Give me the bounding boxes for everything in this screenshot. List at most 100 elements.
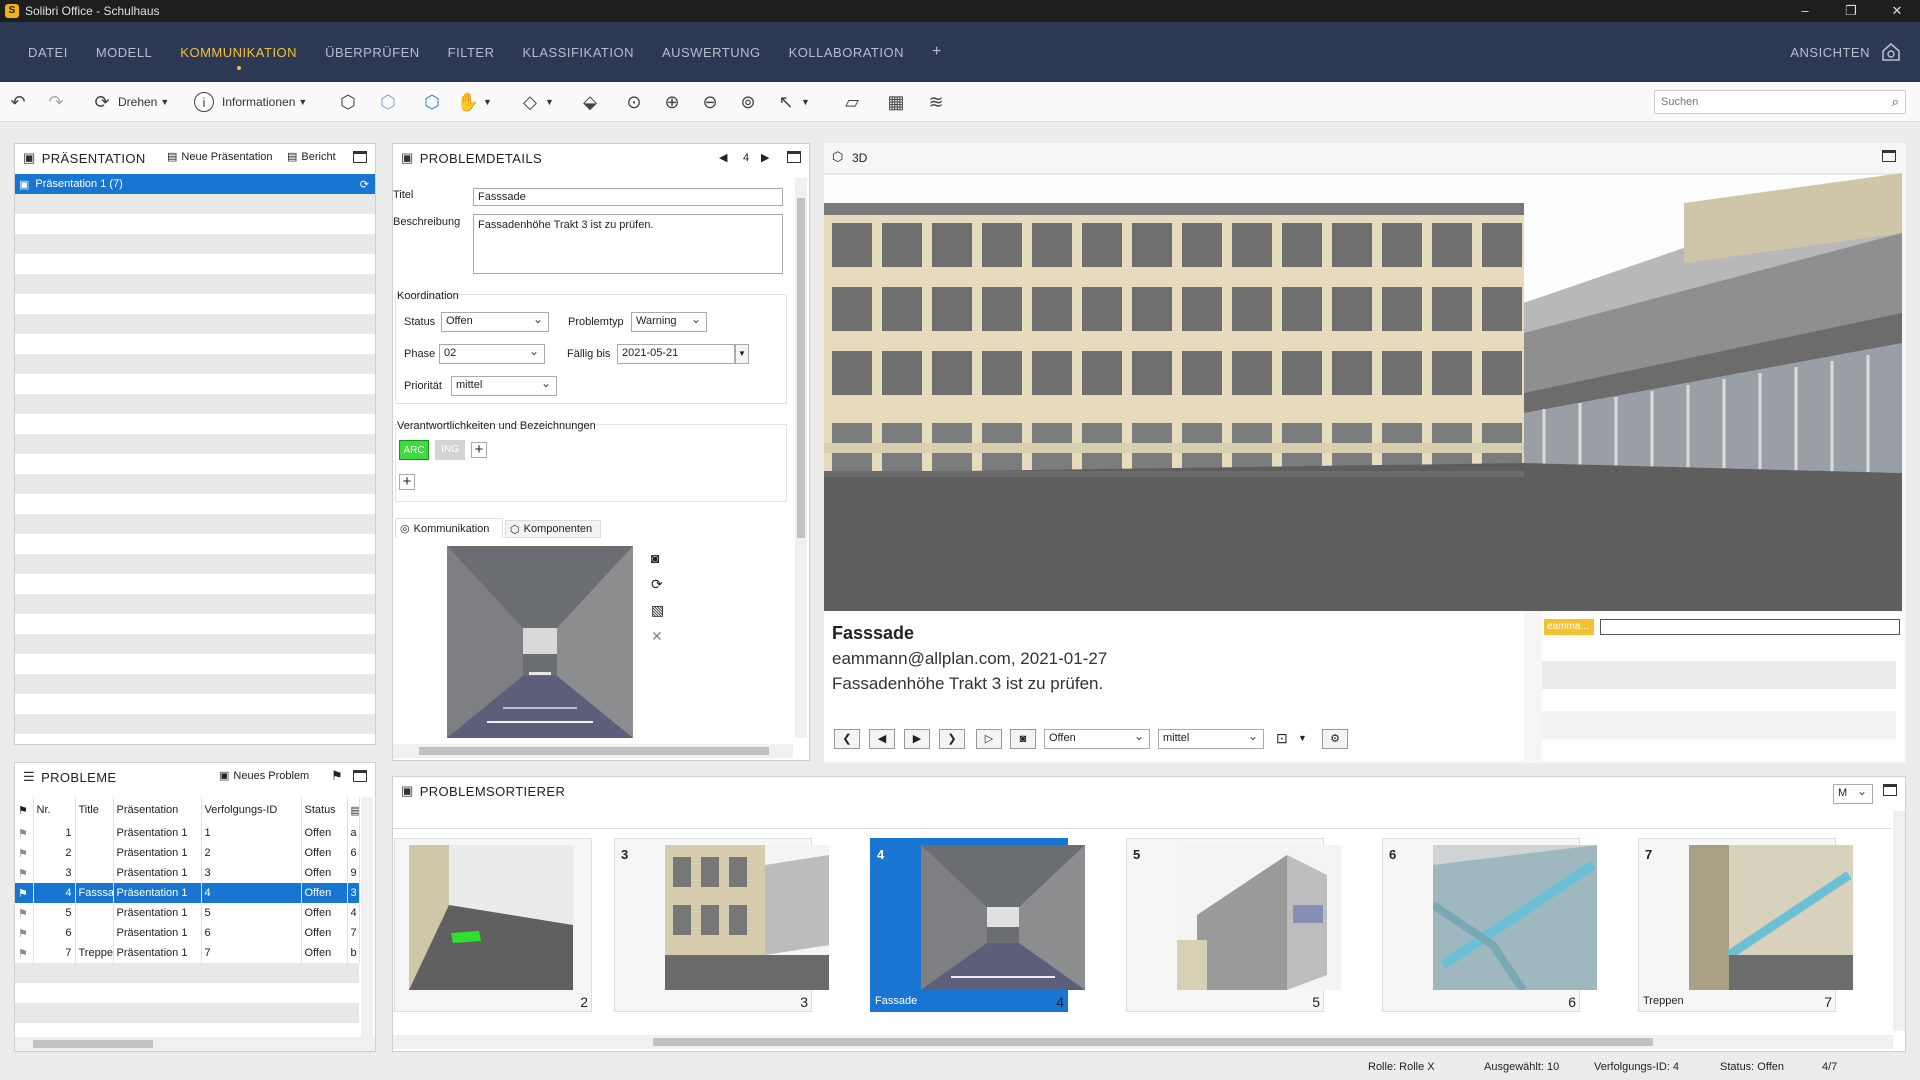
flag-icon[interactable]: ⚑: [15, 797, 34, 823]
prev-issue-icon[interactable]: ◀: [719, 151, 727, 164]
flag-icon[interactable]: ⚑: [331, 768, 343, 784]
column-chooser-icon[interactable]: ▤: [347, 797, 360, 823]
flag-icon[interactable]: ⚑: [15, 903, 34, 923]
chevron-down-icon[interactable]: ▼: [1298, 733, 1307, 743]
flag-icon[interactable]: ⚑: [15, 923, 34, 943]
table-row[interactable]: ⚑ 5 Präsentation 1 5 Offen 4: [15, 903, 360, 923]
map-icon[interactable]: ▦: [884, 90, 908, 114]
menu-kommunikation[interactable]: KOMMUNIKATION: [180, 45, 297, 70]
menu-klassifikation[interactable]: KLASSIFIKATION: [522, 45, 634, 60]
redo-icon[interactable]: ↷: [44, 90, 68, 114]
presentation-item-selected[interactable]: ▣ Präsentation 1 (7) ⟳: [15, 174, 375, 194]
section-icon[interactable]: ⬙: [578, 90, 602, 114]
phase-select[interactable]: 02: [439, 344, 545, 364]
play-button[interactable]: ▷: [976, 729, 1002, 749]
first-issue-button[interactable]: ❮: [834, 729, 860, 749]
issue-thumbnail[interactable]: 6 6: [1382, 838, 1597, 1012]
flag-icon[interactable]: ⚑: [15, 883, 34, 903]
refresh-icon[interactable]: ⟳: [651, 576, 663, 593]
details-vscroll[interactable]: [795, 178, 807, 738]
chevron-down-icon[interactable]: ▼: [801, 97, 810, 107]
maximize-panel-icon[interactable]: [353, 770, 367, 782]
walk-icon[interactable]: ✋: [456, 90, 480, 114]
report-button[interactable]: ▤ Bericht: [287, 150, 336, 164]
zoom-fit-icon[interactable]: ⊙: [622, 90, 646, 114]
search-box[interactable]: ⌕: [1654, 90, 1906, 114]
problems-vscroll[interactable]: [361, 797, 373, 1037]
maximize-panel-icon[interactable]: [353, 151, 367, 163]
issue-thumbnail[interactable]: 5 5: [1126, 838, 1341, 1012]
chevron-down-icon[interactable]: ▼: [483, 97, 492, 107]
views-icon[interactable]: [1880, 41, 1902, 63]
problem-type-select[interactable]: Warning: [631, 312, 707, 332]
menu-auswertung[interactable]: AUSWERTUNG: [662, 45, 761, 60]
col-presentation[interactable]: Präsentation: [113, 797, 202, 823]
tag-arc[interactable]: ARC: [399, 440, 429, 460]
settings-button[interactable]: ⚙: [1322, 729, 1348, 749]
model-transparent-icon[interactable]: ⬡: [376, 90, 400, 114]
sorter-vscroll[interactable]: [1893, 811, 1905, 1031]
minimize-button[interactable]: –: [1782, 0, 1828, 22]
status-select[interactable]: Offen: [441, 312, 549, 332]
camera-icon[interactable]: ◙: [651, 550, 659, 566]
flag-icon[interactable]: ⚑: [15, 843, 34, 863]
prev-issue-button[interactable]: ◀: [869, 729, 895, 749]
menu-ueberpruefen[interactable]: ÜBERPRÜFEN: [325, 45, 420, 60]
details-hscroll[interactable]: [393, 744, 793, 758]
issue-thumbnail[interactable]: 7 7 Treppen: [1638, 838, 1853, 1012]
flag-icon[interactable]: ⚑: [15, 863, 34, 883]
layers-icon[interactable]: ≋: [924, 90, 948, 114]
select-tool-icon[interactable]: ↖: [774, 90, 798, 114]
table-row[interactable]: ⚑ 1 Präsentation 1 1 Offen a: [15, 823, 360, 843]
issue-priority-select[interactable]: mittel: [1158, 729, 1264, 749]
thumb-size-select[interactable]: M: [1833, 784, 1873, 804]
scroll-thumb[interactable]: [653, 1038, 1653, 1046]
sorter-hscroll[interactable]: [393, 1035, 1893, 1049]
scroll-thumb[interactable]: [419, 747, 769, 755]
due-date-field[interactable]: 2021-05-21: [617, 344, 735, 364]
table-row[interactable]: ⚑ 6 Präsentation 1 6 Offen 7: [15, 923, 360, 943]
box-view-icon[interactable]: ◇: [518, 90, 542, 114]
scroll-thumb[interactable]: [33, 1040, 153, 1048]
viewpoint-image[interactable]: [447, 546, 633, 738]
tag-ing[interactable]: ING: [435, 440, 465, 460]
tab-components[interactable]: ⬡ Komponenten: [505, 520, 601, 538]
table-row[interactable]: ⚑ 2 Präsentation 1 2 Offen 6: [15, 843, 360, 863]
model-all-icon[interactable]: ⬡: [336, 90, 360, 114]
title-field[interactable]: Fasssade: [473, 188, 783, 206]
zoom-out-icon[interactable]: ⊖: [698, 90, 722, 114]
maximize-panel-icon[interactable]: [1882, 150, 1896, 162]
search-input[interactable]: [1655, 91, 1875, 113]
zoom-in-icon[interactable]: ⊕: [660, 90, 684, 114]
zoom-window-icon[interactable]: ⊚: [736, 90, 760, 114]
model-selection-icon[interactable]: ⬡: [420, 90, 444, 114]
undo-icon[interactable]: ↶: [6, 90, 30, 114]
calendar-dropdown-icon[interactable]: ▼: [735, 344, 749, 364]
table-row[interactable]: ⚑4FasssadPräsentation 14Offen3: [15, 883, 360, 903]
menu-filter[interactable]: FILTER: [448, 45, 495, 60]
problems-hscroll[interactable]: [15, 1037, 375, 1051]
issue-thumbnail[interactable]: 3 3: [614, 838, 829, 1012]
image-icon[interactable]: ▧: [651, 602, 664, 619]
menu-datei[interactable]: DATEI: [28, 45, 68, 60]
add-responsibility-button[interactable]: +: [399, 474, 415, 490]
priority-select[interactable]: mittel: [451, 376, 557, 396]
maximize-panel-icon[interactable]: [1883, 784, 1897, 796]
sync-icon[interactable]: ⟳: [360, 178, 369, 191]
table-row[interactable]: ⚑ 7 Treppe Präsentation 1 7 Offen b: [15, 943, 360, 963]
scroll-thumb[interactable]: [797, 198, 805, 538]
table-row[interactable]: ⚑ 3 Präsentation 1 3 Offen 9: [15, 863, 360, 883]
floor-icon[interactable]: ▱: [840, 90, 864, 114]
info-button[interactable]: i Informationen ▼: [194, 90, 307, 114]
chevron-down-icon[interactable]: ▼: [545, 97, 554, 107]
add-tab-button[interactable]: +: [932, 43, 942, 61]
col-tracking-id[interactable]: Verfolgungs-ID: [201, 797, 302, 823]
menu-modell[interactable]: MODELL: [96, 45, 152, 60]
add-tag-button[interactable]: +: [471, 442, 487, 458]
new-problem-button[interactable]: ▣ Neues Problem: [219, 769, 309, 783]
flag-icon[interactable]: ⚑: [15, 943, 34, 963]
flag-icon[interactable]: ⚑: [15, 823, 34, 843]
col-nr[interactable]: Nr.: [33, 797, 76, 823]
col-title[interactable]: Title: [75, 797, 114, 823]
close-button[interactable]: ✕: [1874, 0, 1920, 22]
